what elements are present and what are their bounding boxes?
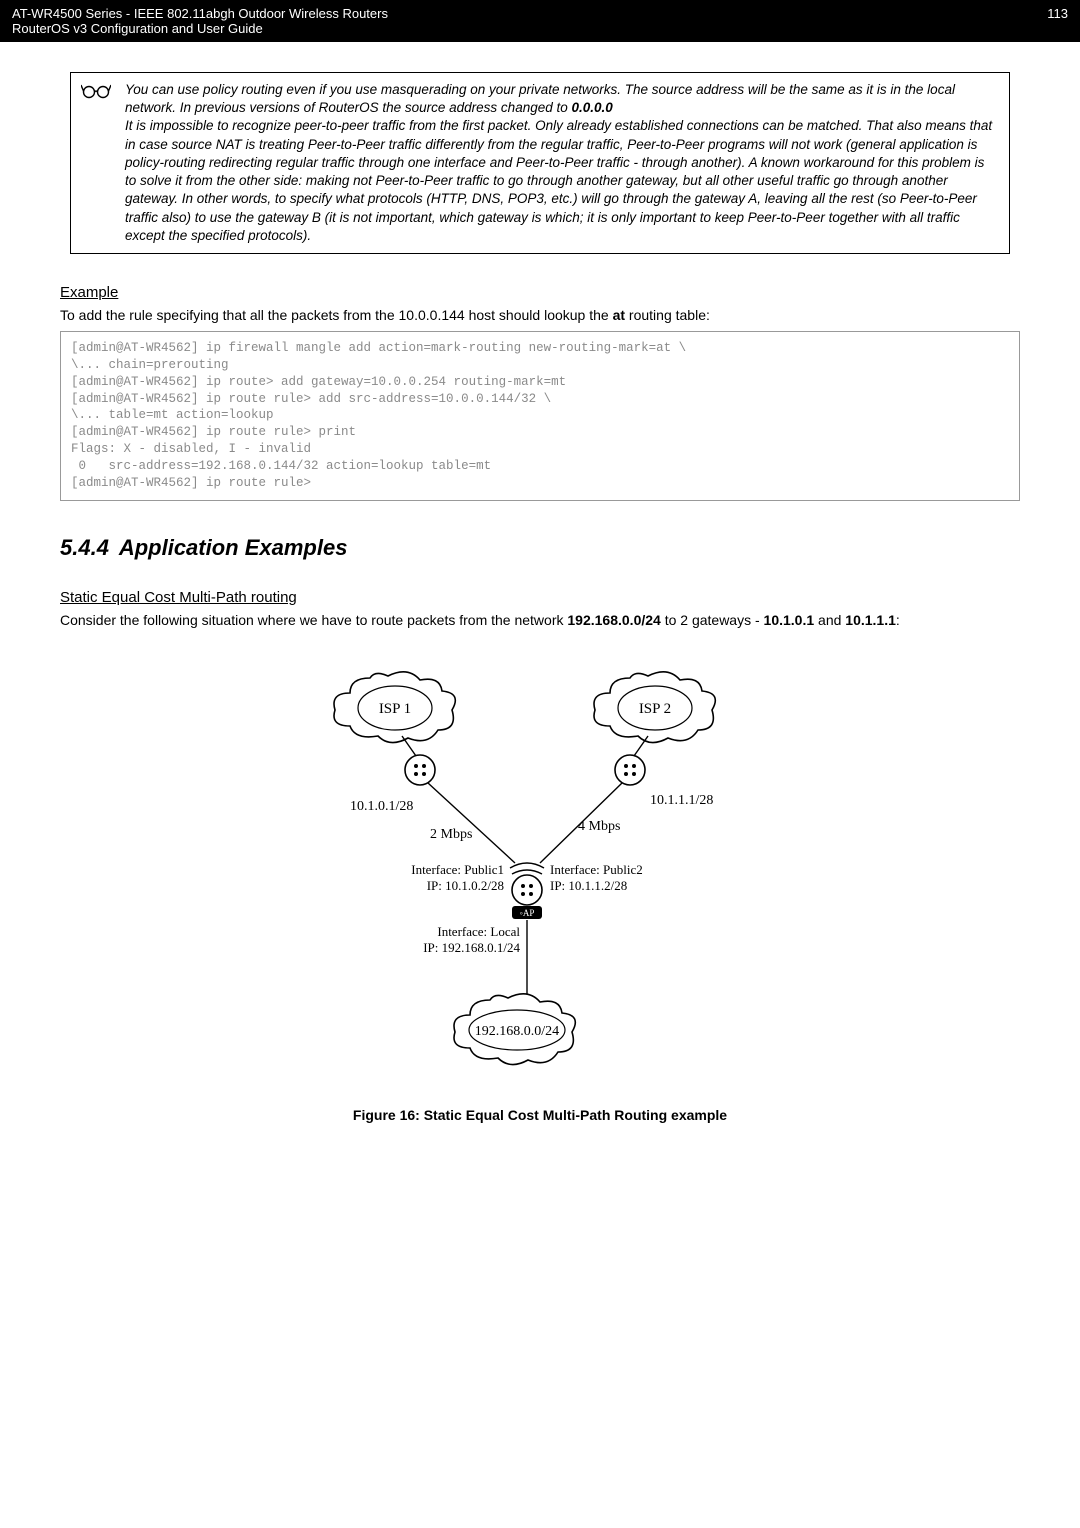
note-ip: 0.0.0.0 (572, 100, 613, 115)
note-part2: It is impossible to recognize peer-to-pe… (125, 118, 992, 242)
glasses-icon (71, 73, 121, 253)
static-routing-lead: Consider the following situation where w… (60, 612, 1020, 628)
if-pub1-name: Interface: Public1 (411, 862, 504, 877)
page-header: AT-WR4500 Series - IEEE 802.11abgh Outdo… (0, 0, 1080, 42)
ap-badge: ◦AP (520, 908, 535, 918)
if-local-ip: IP: 192.168.0.1/24 (423, 940, 520, 955)
chapter-number: 5.4.4 (60, 535, 109, 560)
static-lead-a: Consider the following situation where w… (60, 612, 567, 628)
example-lead-bold: at (613, 307, 625, 323)
isp1-label: ISP 1 (379, 701, 411, 717)
right-net-label: 10.1.1.1/28 (650, 793, 713, 808)
note-part1: You can use policy routing even if you u… (125, 82, 955, 115)
static-gw1: 10.1.0.1 (764, 612, 815, 628)
connector-icon (405, 755, 435, 785)
if-pub1-ip: IP: 10.1.0.2/28 (427, 878, 504, 893)
example-lead: To add the rule specifying that all the … (60, 307, 1020, 323)
page-number: 113 (1047, 6, 1068, 36)
static-routing-heading: Static Equal Cost Multi-Path routing (60, 589, 1020, 606)
isp2-cloud: ISP 2 (594, 672, 715, 743)
left-bw-label: 2 Mbps (430, 827, 472, 842)
lan-cloud: 192.168.0.0/24 (454, 994, 575, 1065)
example-lead-b: routing table: (625, 307, 710, 323)
right-bw-label: 4 Mbps (578, 819, 620, 834)
chapter-heading: 5.4.4 Application Examples (60, 535, 1020, 561)
if-pub2-name: Interface: Public2 (550, 862, 643, 877)
example-code: [admin@AT-WR4562] ip firewall mangle add… (60, 331, 1020, 501)
header-left: AT-WR4500 Series - IEEE 802.11abgh Outdo… (12, 6, 388, 36)
if-pub2-ip: IP: 10.1.1.2/28 (550, 878, 627, 893)
lan-net-label: 192.168.0.0/24 (475, 1024, 559, 1039)
if-local-name: Interface: Local (437, 924, 520, 939)
network-diagram: ISP 1 ISP 2 (60, 648, 1020, 1081)
isp2-label: ISP 2 (639, 701, 671, 717)
example-heading: Example (60, 284, 1020, 301)
static-lead-c: and (814, 612, 845, 628)
connector-icon (615, 755, 645, 785)
static-lead-b: to 2 gateways - (661, 612, 764, 628)
header-title-line1: AT-WR4500 Series - IEEE 802.11abgh Outdo… (12, 6, 388, 21)
router-icon: ◦AP (510, 863, 544, 919)
note-text: You can use policy routing even if you u… (121, 73, 1009, 253)
note-box: You can use policy routing even if you u… (70, 72, 1010, 254)
left-net-label: 10.1.0.1/28 (350, 799, 413, 814)
static-lead-d: : (896, 612, 900, 628)
figure-caption: Figure 16: Static Equal Cost Multi-Path … (60, 1107, 1020, 1123)
chapter-title: Application Examples (119, 535, 348, 560)
static-gw2: 10.1.1.1 (845, 612, 896, 628)
header-title-line2: RouterOS v3 Configuration and User Guide (12, 21, 388, 36)
isp1-cloud: ISP 1 (334, 672, 455, 743)
static-net: 192.168.0.0/24 (567, 612, 660, 628)
example-lead-a: To add the rule specifying that all the … (60, 307, 613, 323)
